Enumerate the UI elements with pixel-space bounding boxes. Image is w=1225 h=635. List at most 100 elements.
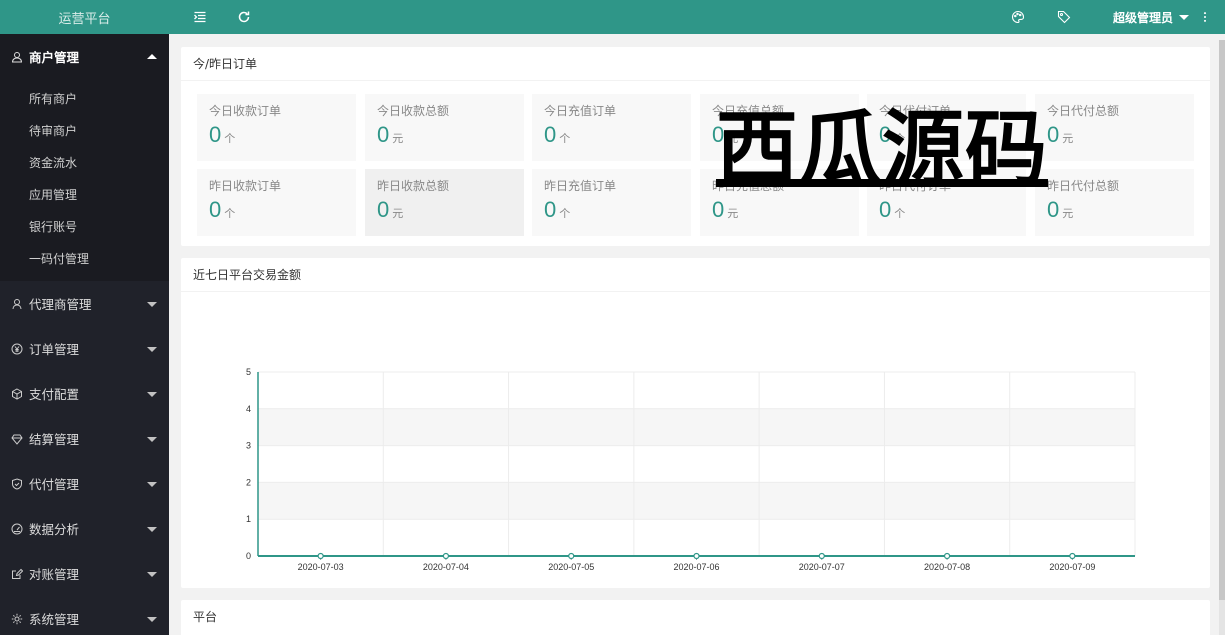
grid-band — [258, 445, 1135, 483]
trend-chart-title: 近七日平台交易金额 — [181, 258, 1210, 292]
stat-label: 今日代付总额 — [1047, 104, 1120, 118]
orders-card-title: 今/昨日订单 — [181, 47, 1210, 81]
sidebar-group-label: 代付管理 — [29, 477, 80, 492]
tag-icon — [1057, 10, 1071, 24]
stat-card[interactable]: 今日代付总额 0元 — [1035, 94, 1194, 161]
gauge-icon — [10, 522, 24, 536]
data-point — [317, 552, 324, 560]
caret-down-icon — [147, 301, 157, 307]
stat-label: 昨日收款总额 — [377, 179, 450, 193]
sidebar-subnav: 所有商户 待审商户 资金流水 应用管理 银行账号 一码付管理 — [0, 79, 169, 281]
x-tick-label: 2020-07-04 — [423, 562, 469, 572]
grid-band — [258, 482, 1135, 520]
stat-unit: 个 — [559, 208, 571, 220]
diamond-icon — [10, 432, 24, 446]
more-button[interactable] — [1199, 0, 1211, 34]
y-tick-label: 0 — [246, 551, 251, 561]
stat-label: 今日充值订单 — [544, 104, 617, 118]
sidebar-group-label: 数据分析 — [29, 522, 80, 537]
stat-unit: 元 — [1062, 133, 1074, 145]
yen-icon — [10, 342, 24, 356]
x-tick-label: 2020-07-07 — [799, 562, 845, 572]
menu-fold-button[interactable] — [189, 0, 211, 34]
more-icon — [1203, 12, 1207, 22]
sidebar-item-all-merchants[interactable]: 所有商户 — [0, 83, 169, 115]
stat-value: 0个 — [544, 122, 679, 152]
stat-card[interactable]: 昨日收款订单 0个 — [197, 169, 356, 236]
stat-unit: 个 — [894, 208, 906, 220]
scrollbar-thumb[interactable] — [1219, 40, 1225, 600]
sidebar-group-agents[interactable]: 代理商管理 — [0, 281, 169, 326]
stat-number: 0 — [879, 197, 892, 222]
caret-down-icon — [147, 571, 157, 577]
stat-value: 0元 — [377, 197, 512, 227]
stat-value: 0个 — [544, 197, 679, 227]
menu-fold-icon — [194, 11, 206, 23]
sidebar-group-payment-config[interactable]: 支付配置 — [0, 371, 169, 416]
refresh-button[interactable] — [233, 0, 255, 34]
sidebar-group-settlement[interactable]: 结算管理 — [0, 416, 169, 461]
y-tick-label: 4 — [246, 404, 251, 414]
user-name: 超级管理员 — [1112, 10, 1173, 25]
stat-unit: 元 — [727, 208, 739, 220]
theme-button[interactable] — [1007, 0, 1029, 34]
stat-label: 昨日代付总额 — [1047, 179, 1120, 193]
stat-label: 昨日充值订单 — [544, 179, 617, 193]
merchant-icon — [10, 50, 24, 64]
stat-unit: 个 — [559, 133, 571, 145]
caret-down-icon — [147, 391, 157, 397]
x-tick-label: 2020-07-05 — [548, 562, 594, 572]
grid-band — [258, 519, 1135, 556]
platform-card-title: 平台 — [193, 610, 218, 624]
edit-icon — [10, 567, 24, 581]
sidebar: 运营平台 商户管理 所有商户 待审商户 资金流水 应用管理 银行账号 一码付管理… — [0, 0, 169, 635]
sidebar-item-one-code-pay[interactable]: 一码付管理 — [0, 243, 169, 275]
x-tick-label: 2020-07-09 — [1049, 562, 1095, 572]
stat-card[interactable]: 今日收款订单 0个 — [197, 94, 356, 161]
stat-card[interactable]: 昨日收款总额 0元 — [365, 169, 524, 236]
stat-card[interactable]: 今日收款总额 0元 — [365, 94, 524, 161]
caret-down-icon — [147, 346, 157, 352]
theme-icon — [1012, 10, 1025, 24]
platform-card: 平台 — [181, 600, 1210, 635]
sidebar-group-label: 系统管理 — [29, 612, 80, 627]
stat-number: 0 — [1047, 122, 1060, 147]
sidebar-group-orders[interactable]: 订单管理 — [0, 326, 169, 371]
user-menu[interactable]: 超级管理员 — [1113, 0, 1189, 34]
caret-down-icon — [147, 616, 157, 622]
tag-button[interactable] — [1053, 0, 1075, 34]
stat-card[interactable]: 昨日代付总额 0元 — [1035, 169, 1194, 236]
stat-card[interactable]: 昨日充值订单 0个 — [532, 169, 691, 236]
grid-band — [258, 372, 1135, 409]
stat-label: 昨日收款订单 — [209, 179, 282, 193]
sidebar-group-payout[interactable]: 代付管理 — [0, 461, 169, 506]
sidebar-item-fund-flow[interactable]: 资金流水 — [0, 147, 169, 179]
stat-unit: 个 — [224, 133, 236, 145]
sidebar-group-analytics[interactable]: 数据分析 — [0, 506, 169, 551]
data-point — [943, 552, 951, 560]
sidebar-group-label: 支付配置 — [29, 387, 80, 402]
stat-number: 0 — [209, 197, 222, 222]
stat-value: 0元 — [1047, 122, 1182, 152]
sidebar-group-system[interactable]: 系统管理 — [0, 596, 169, 635]
sidebar-item-bank-accounts[interactable]: 银行账号 — [0, 211, 169, 243]
gear-icon — [10, 612, 24, 626]
y-tick-label: 1 — [246, 514, 251, 524]
sidebar-item-app-management[interactable]: 应用管理 — [0, 179, 169, 211]
sidebar-group-merchant[interactable]: 商户管理 — [0, 34, 169, 79]
brand-title[interactable]: 运营平台 — [0, 0, 169, 34]
stat-number: 0 — [712, 197, 725, 222]
stat-number: 0 — [544, 197, 557, 222]
stat-value: 0个 — [209, 197, 344, 227]
stat-unit: 元 — [392, 133, 404, 145]
sidebar-group-reconciliation[interactable]: 对账管理 — [0, 551, 169, 596]
data-point — [693, 552, 700, 560]
sidebar-item-pending-merchants[interactable]: 待审商户 — [0, 115, 169, 147]
watermark-text: 西瓜源码 — [716, 102, 1049, 197]
stat-number: 0 — [377, 122, 390, 147]
stat-number: 0 — [1047, 197, 1060, 222]
page-scrollbar[interactable] — [1219, 40, 1225, 635]
stat-unit: 元 — [392, 208, 404, 220]
shield-icon — [10, 477, 24, 491]
stat-card[interactable]: 今日充值订单 0个 — [532, 94, 691, 161]
